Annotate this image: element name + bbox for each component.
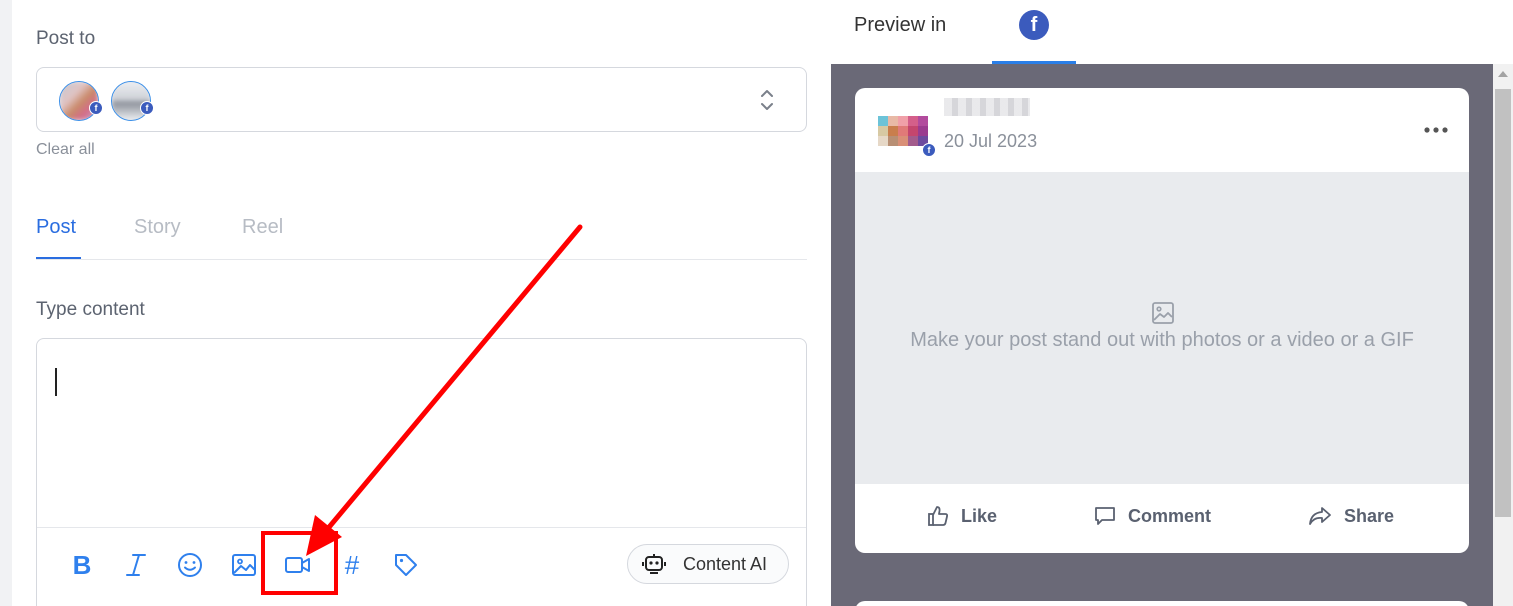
- text-caret: [55, 368, 57, 396]
- post-actions: Like Comment Share: [855, 484, 1469, 553]
- share-label: Share: [1344, 505, 1395, 526]
- chevron-up-down-icon[interactable]: [757, 87, 777, 113]
- like-action: Like: [927, 505, 997, 527]
- preview-pane: f 20 Jul 2023 Make your post stand out w…: [831, 64, 1493, 606]
- more-options-icon[interactable]: [1423, 126, 1449, 134]
- comment-label: Comment: [1128, 505, 1212, 526]
- active-tab-indicator: [36, 257, 81, 259]
- content-ai-button[interactable]: Content AI: [627, 544, 789, 584]
- robot-icon: [642, 554, 666, 574]
- image-icon: [1152, 302, 1174, 324]
- thumbs-up-icon: [928, 506, 948, 526]
- image-icon: [232, 554, 256, 576]
- facebook-badge-icon: f: [922, 143, 936, 157]
- type-content-label: Type content: [36, 299, 145, 320]
- comment-icon: [1095, 507, 1115, 525]
- emoji-icon: [178, 553, 202, 577]
- post-to-label: Post to: [36, 28, 96, 49]
- comment-action: Comment: [1094, 505, 1211, 527]
- page-avatar: [878, 116, 928, 146]
- tab-reel[interactable]: Reel: [242, 216, 283, 239]
- toolbar-divider: [37, 527, 806, 528]
- media-placeholder: Make your post stand out with photos or …: [855, 172, 1469, 484]
- italic-icon: [126, 554, 146, 576]
- next-preview-card: [855, 601, 1469, 606]
- preview-in-label: Preview in: [854, 14, 947, 36]
- page-name-redacted: [944, 98, 1030, 116]
- account-selector[interactable]: f f: [36, 67, 807, 132]
- post-type-tabs: Post Story Reel: [36, 210, 807, 260]
- post-date: 20 Jul 2023: [944, 131, 1038, 151]
- hashtag-button[interactable]: #: [335, 548, 369, 582]
- tab-post[interactable]: Post: [36, 216, 76, 239]
- share-action: Share: [1308, 505, 1394, 527]
- preview-scrollbar[interactable]: [1493, 64, 1513, 606]
- facebook-badge-icon: f: [89, 101, 103, 115]
- like-label: Like: [961, 505, 998, 526]
- scroll-up-arrow-icon[interactable]: [1498, 71, 1508, 77]
- post-composer-screen: Post to f f Clear all Post Story Reel Ty…: [0, 0, 1513, 606]
- emoji-button[interactable]: [173, 548, 207, 582]
- clear-all-link[interactable]: Clear all: [36, 141, 95, 159]
- media-placeholder-text: Make your post stand out with photos or …: [910, 329, 1414, 351]
- tab-story[interactable]: Story: [134, 216, 181, 239]
- italic-button[interactable]: [119, 548, 153, 582]
- tab-facebook-preview[interactable]: f: [992, 0, 1076, 64]
- facebook-post-preview-card: f 20 Jul 2023 Make your post stand out w…: [855, 88, 1469, 553]
- bold-button[interactable]: B: [65, 548, 99, 582]
- content-ai-label: Content AI: [683, 554, 768, 574]
- image-button[interactable]: [227, 548, 261, 582]
- facebook-icon: f: [1019, 10, 1049, 40]
- left-gutter: [0, 0, 12, 606]
- facebook-badge-icon: f: [140, 101, 154, 115]
- content-editor[interactable]: B # Content AI: [36, 338, 807, 606]
- scroll-thumb[interactable]: [1495, 89, 1511, 517]
- tag-icon: [395, 554, 417, 576]
- share-icon: [1309, 507, 1331, 525]
- annotation-highlight-box: [261, 531, 338, 595]
- tag-button[interactable]: [389, 548, 423, 582]
